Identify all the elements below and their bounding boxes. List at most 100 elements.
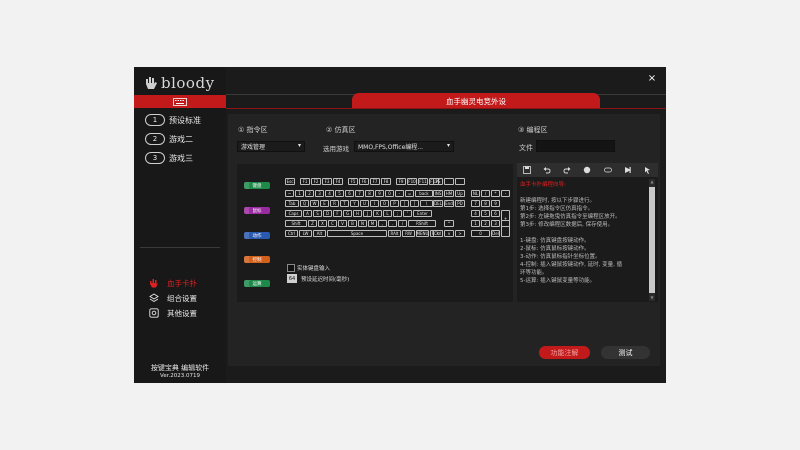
save-icon[interactable]: [523, 166, 531, 174]
key[interactable]: <: [433, 230, 443, 237]
key[interactable]: Z: [308, 220, 317, 227]
key[interactable]: /: [481, 190, 490, 197]
key[interactable]: RW: [402, 230, 415, 237]
key[interactable]: J: [363, 210, 372, 217]
category-keyboard-button[interactable]: 键盘: [244, 182, 270, 189]
delay-value-input[interactable]: 64: [287, 274, 297, 283]
key[interactable]: ^: [444, 220, 454, 227]
key[interactable]: ]: [410, 200, 419, 207]
category-mouse-button[interactable]: 鼠标: [244, 207, 270, 214]
key[interactable]: LW: [299, 230, 312, 237]
key[interactable]: F4: [333, 178, 343, 185]
key[interactable]: 8: [481, 200, 490, 207]
key[interactable]: F11: [418, 178, 428, 185]
record-icon[interactable]: [583, 166, 591, 174]
key[interactable]: PS: [433, 178, 443, 185]
key[interactable]: L: [383, 210, 392, 217]
key[interactable]: E: [320, 200, 329, 207]
key[interactable]: INS: [433, 190, 443, 197]
undo-icon[interactable]: [543, 166, 551, 174]
key[interactable]: [: [400, 200, 409, 207]
key[interactable]: DEL: [433, 200, 443, 207]
key[interactable]: 4: [471, 210, 480, 217]
mode-item-2[interactable]: 2 游戏二: [145, 133, 193, 145]
key[interactable]: [501, 220, 510, 237]
play-icon[interactable]: [624, 166, 632, 174]
key[interactable]: Space: [327, 230, 387, 237]
key[interactable]: F: [333, 210, 342, 217]
key[interactable]: U: [360, 200, 369, 207]
key[interactable]: 5: [335, 190, 344, 197]
key[interactable]: Del: [491, 230, 500, 237]
key[interactable]: R: [330, 200, 339, 207]
key[interactable]: v: [444, 230, 454, 237]
key[interactable]: C: [328, 220, 337, 227]
menu-bloody-card[interactable]: 血手卡扑: [149, 277, 197, 289]
key[interactable]: Caps: [285, 210, 302, 217]
key[interactable]: Up: [455, 190, 465, 197]
game-manage-select[interactable]: 游戏管理 ▾: [237, 141, 305, 152]
key[interactable]: F1: [300, 178, 310, 185]
key[interactable]: V: [338, 220, 347, 227]
category-action-button[interactable]: 动作: [244, 232, 270, 239]
key[interactable]: B: [348, 220, 357, 227]
key[interactable]: D: [323, 210, 332, 217]
key[interactable]: RAlt: [388, 230, 401, 237]
key[interactable]: 6: [491, 210, 500, 217]
key[interactable]: F6: [359, 178, 369, 185]
key[interactable]: Shift: [285, 220, 307, 227]
key[interactable]: F10: [407, 178, 417, 185]
mode-item-3[interactable]: 3 游戏三: [145, 152, 193, 164]
key[interactable]: S: [313, 210, 322, 217]
test-button[interactable]: 测试: [601, 346, 650, 359]
key[interactable]: -: [501, 190, 510, 197]
key[interactable]: A: [303, 210, 312, 217]
key[interactable]: I: [370, 200, 379, 207]
sim-game-select[interactable]: MMO,FPS,Office编程... ▾: [354, 141, 454, 152]
key[interactable]: 2: [305, 190, 314, 197]
key[interactable]: Y: [350, 200, 359, 207]
key[interactable]: End: [444, 200, 454, 207]
key[interactable]: 9: [375, 190, 384, 197]
cursor-icon[interactable]: [644, 166, 652, 174]
key[interactable]: 8: [365, 190, 374, 197]
key[interactable]: N: [358, 220, 367, 227]
close-icon[interactable]: ×: [646, 73, 658, 85]
key[interactable]: X: [318, 220, 327, 227]
key[interactable]: back: [415, 190, 433, 197]
key[interactable]: 3: [315, 190, 324, 197]
key[interactable]: 7: [355, 190, 364, 197]
key[interactable]: 2: [481, 220, 490, 227]
key[interactable]: H: [353, 210, 362, 217]
key[interactable]: .: [388, 220, 397, 227]
key[interactable]: 1: [471, 220, 480, 227]
key[interactable]: /: [398, 220, 407, 227]
key[interactable]: [444, 178, 454, 185]
physical-input-checkbox[interactable]: 实体键盘输入: [287, 264, 330, 272]
key[interactable]: 0: [471, 230, 490, 237]
key[interactable]: RShift: [408, 220, 436, 227]
scrollbar-thumb[interactable]: [649, 187, 655, 293]
menu-other-settings[interactable]: 其他设置: [149, 307, 197, 319]
function-note-button[interactable]: 功能注解: [539, 346, 590, 359]
key[interactable]: 3: [491, 220, 500, 227]
key[interactable]: K: [373, 210, 382, 217]
key[interactable]: 5: [481, 210, 490, 217]
loop-icon[interactable]: [603, 166, 612, 174]
key[interactable]: ': [403, 210, 412, 217]
mode-item-1[interactable]: 1 预设标准: [145, 114, 201, 126]
key[interactable]: O: [380, 200, 389, 207]
key[interactable]: \: [420, 200, 433, 207]
key[interactable]: 1: [295, 190, 304, 197]
key[interactable]: F3: [322, 178, 332, 185]
key[interactable]: =: [405, 190, 414, 197]
keyboard-tab[interactable]: [134, 95, 226, 108]
key[interactable]: NL: [471, 190, 480, 197]
category-compute-button[interactable]: 运算: [244, 280, 270, 287]
key[interactable]: T: [340, 200, 349, 207]
key[interactable]: 9: [491, 200, 500, 207]
key[interactable]: [455, 178, 465, 185]
key[interactable]: Ctrl: [285, 230, 298, 237]
key[interactable]: 6: [345, 190, 354, 197]
scroll-down-icon[interactable]: ▼: [649, 295, 655, 301]
